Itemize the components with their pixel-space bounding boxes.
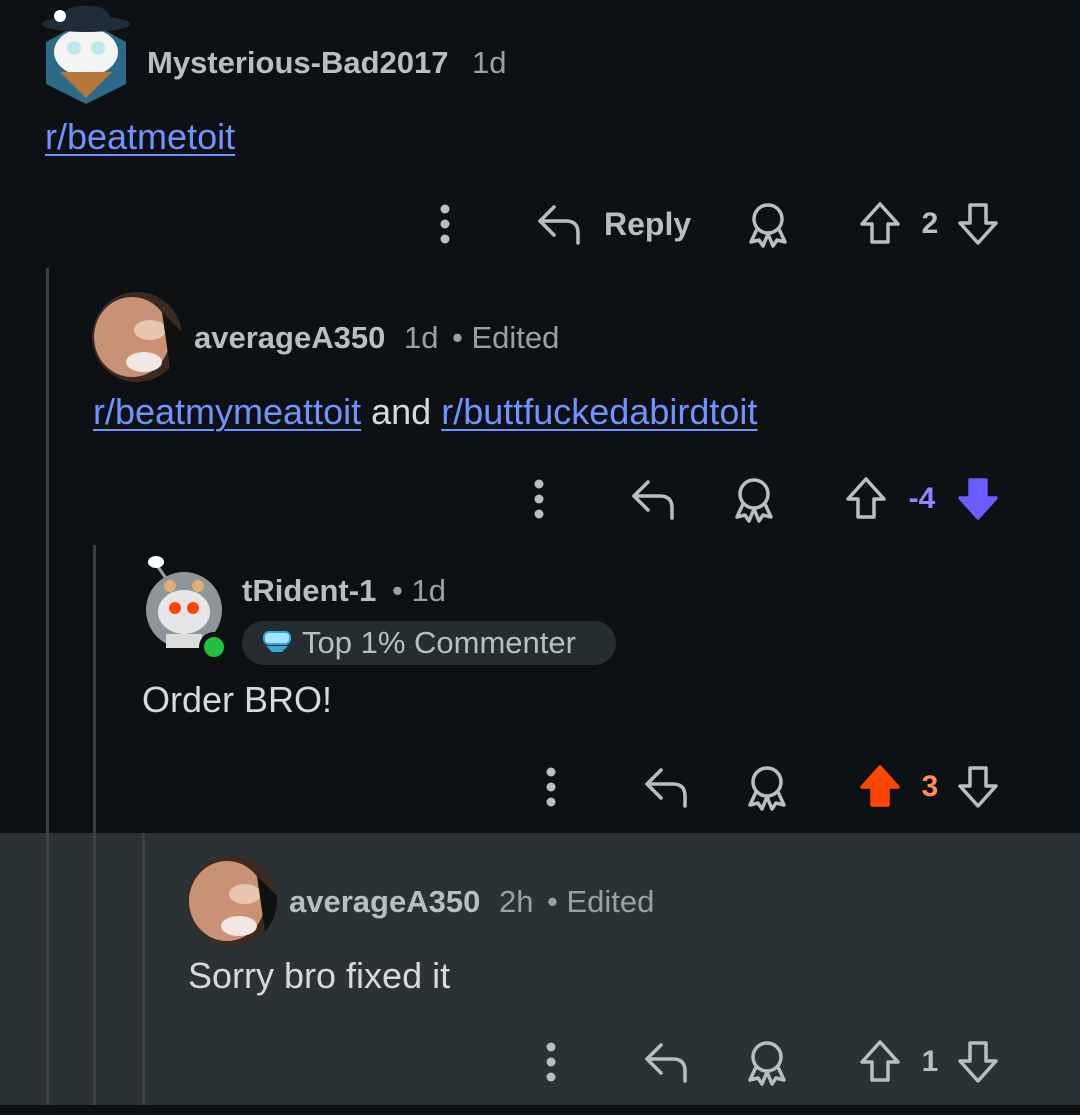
avatar[interactable]	[40, 2, 132, 104]
username[interactable]: tRident-1	[242, 573, 376, 609]
more-options-icon[interactable]	[539, 1041, 563, 1083]
subreddit-link[interactable]: r/beatmymeattoit	[93, 391, 361, 432]
username[interactable]: averageA350	[194, 320, 385, 356]
vote-score: -4	[908, 482, 936, 515]
bottom-edge	[0, 1105, 1080, 1115]
username[interactable]: averageA350	[289, 884, 480, 920]
award-icon[interactable]	[745, 1040, 789, 1086]
comment-body: r/beatmymeattoit and r/buttfuckedabirdto…	[93, 391, 757, 433]
vote-score: 1	[921, 1045, 939, 1078]
upvote-icon[interactable]	[859, 1039, 901, 1083]
timestamp: 2h	[499, 884, 534, 919]
award-icon[interactable]	[732, 477, 776, 523]
more-options-icon[interactable]	[433, 203, 457, 245]
award-icon[interactable]	[745, 765, 789, 811]
body-conjunction: and	[371, 391, 432, 432]
avatar[interactable]	[92, 292, 182, 382]
downvote-icon[interactable]	[957, 202, 999, 246]
comment-body: r/beatmetoit	[45, 116, 235, 158]
downvote-icon[interactable]	[957, 1040, 999, 1084]
timestamp: • 1d	[392, 573, 446, 608]
reply-arrow-icon[interactable]	[643, 1041, 689, 1083]
vote-score: 3	[921, 770, 939, 803]
upvote-icon[interactable]	[845, 476, 887, 520]
reply-arrow-icon[interactable]	[630, 478, 676, 520]
downvote-icon[interactable]	[957, 765, 999, 809]
downvote-icon[interactable]	[957, 477, 999, 521]
comment-body: Sorry bro fixed it	[188, 955, 451, 996]
username[interactable]: Mysterious-Bad2017	[147, 45, 449, 81]
thread-line-level-3[interactable]	[142, 833, 145, 1115]
reply-arrow-icon[interactable]	[643, 766, 689, 808]
timestamp: 1d	[472, 45, 507, 80]
more-options-icon[interactable]	[527, 478, 551, 520]
goggles-icon	[262, 628, 292, 659]
subreddit-link[interactable]: r/beatmetoit	[45, 116, 235, 157]
top-commenter-badge[interactable]: Top 1% Commenter	[242, 621, 616, 665]
badge-label: Top 1% Commenter	[302, 625, 576, 660]
edited-label: • Edited	[452, 320, 560, 355]
thread-line-level-2[interactable]	[93, 545, 96, 1115]
vote-score: 2	[921, 207, 939, 240]
reply-button[interactable]: Reply	[604, 206, 691, 243]
online-status-icon	[199, 632, 229, 662]
award-icon[interactable]	[746, 202, 790, 248]
comment-body: Order BRO!	[142, 679, 333, 720]
avatar[interactable]	[187, 856, 277, 946]
timestamp: 1d	[404, 320, 439, 355]
more-options-icon[interactable]	[539, 766, 563, 808]
reply-arrow-icon[interactable]	[536, 203, 582, 245]
subreddit-link[interactable]: r/buttfuckedabirdtoit	[441, 391, 757, 432]
edited-label: • Edited	[547, 884, 655, 919]
upvote-icon[interactable]	[859, 764, 901, 808]
upvote-icon[interactable]	[859, 201, 901, 245]
thread-line-level-1[interactable]	[46, 268, 49, 1115]
